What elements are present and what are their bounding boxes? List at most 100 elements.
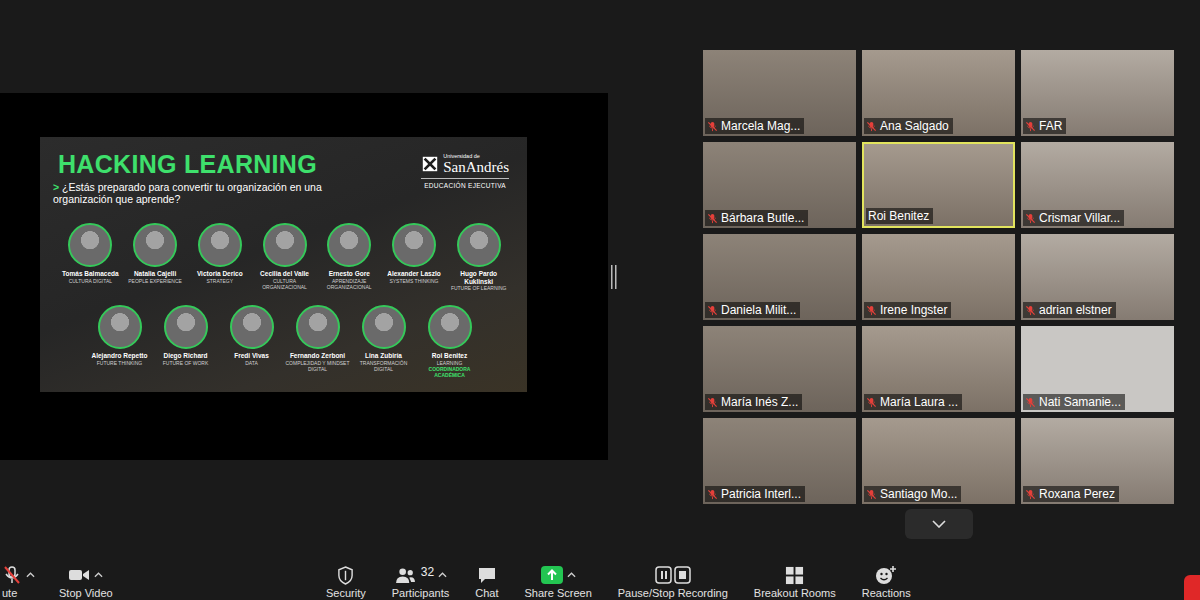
breakout-label: Breakout Rooms: [754, 587, 836, 599]
video-icon-row: [68, 565, 103, 585]
participant-tile[interactable]: Marcela Mag...: [703, 50, 856, 136]
participant-label: adrian elstner: [1023, 302, 1116, 318]
speaker-card: Natalia Cajelli PEOPLE EXPERIENCE: [123, 223, 188, 297]
speaker-card: Alexander Laszlo SYSTEMS THINKING: [382, 223, 447, 297]
recording-button[interactable]: Pause/Stop Recording: [618, 565, 728, 599]
resize-handle[interactable]: [608, 93, 620, 460]
participant-name: FAR: [1039, 119, 1062, 133]
speaker-name: Fernando Zerboni: [290, 352, 345, 360]
share-screen-icon[interactable]: [541, 566, 563, 584]
participant-name: Daniela Milit...: [721, 303, 796, 317]
speaker-card: Diego Richard FUTURE OF WORK: [153, 305, 219, 379]
speaker-photo: [362, 305, 406, 349]
participant-name: Bárbara Butle...: [721, 211, 804, 225]
participant-name: Roi Benitez: [868, 209, 929, 223]
participant-tile[interactable]: María Laura ...: [862, 326, 1015, 412]
participant-count: 32: [421, 565, 434, 579]
title-block: HACKING LEARNING > ¿Estás preparado para…: [58, 149, 338, 205]
chat-label: Chat: [475, 587, 498, 599]
speaker-photo: [198, 223, 242, 267]
participants-button[interactable]: 32 Participants: [392, 565, 449, 599]
speaker-role: CULTURA ORGANIZACIONAL: [252, 278, 317, 290]
chevron-down-icon[interactable]: [932, 520, 946, 528]
muted-mic-icon: [707, 305, 718, 316]
speaker-name: Fredi Vivas: [234, 352, 269, 360]
speaker-name: Natalia Cajelli: [134, 270, 176, 278]
speaker-card: Fredi Vivas DATA: [219, 305, 285, 379]
participant-tile[interactable]: Irene Ingster: [862, 234, 1015, 320]
participant-name: Ana Salgado: [880, 119, 949, 133]
share-screen-button[interactable]: Share Screen: [524, 565, 591, 599]
drag-handle-icon[interactable]: [611, 265, 617, 289]
participant-tile[interactable]: Roi Benitez: [862, 142, 1015, 228]
end-meeting-button[interactable]: [1184, 575, 1200, 600]
logo-small-text: Universidad de: [443, 153, 509, 160]
speaker-photo: [98, 305, 142, 349]
mic-muted-icon[interactable]: [2, 565, 22, 585]
menu-caret-icon[interactable]: [26, 572, 35, 578]
speaker-photo: [164, 305, 208, 349]
speaker-photo: [296, 305, 340, 349]
grid-icon[interactable]: [785, 566, 804, 585]
participant-name: adrian elstner: [1039, 303, 1112, 317]
participant-label: María Laura ...: [864, 394, 962, 410]
participant-tile[interactable]: Bárbara Butle...: [703, 142, 856, 228]
participant-tile[interactable]: Roxana Perez: [1021, 418, 1174, 504]
next-page-button[interactable]: [905, 509, 973, 539]
shared-screen: HACKING LEARNING > ¿Estás preparado para…: [0, 93, 608, 460]
speaker-photo: [457, 223, 501, 267]
reactions-button[interactable]: Reactions: [862, 565, 911, 599]
stop-video-button[interactable]: Stop Video: [59, 565, 113, 599]
speaker-card: Alejandro Repetto FUTURE THINKING: [87, 305, 153, 379]
participant-tile[interactable]: FAR: [1021, 50, 1174, 136]
recording-label: Pause/Stop Recording: [618, 587, 728, 599]
speaker-name: Victoria Derico: [197, 270, 243, 278]
muted-mic-icon: [866, 121, 877, 132]
participant-tile[interactable]: Santiago Mo...: [862, 418, 1015, 504]
participant-tile[interactable]: Daniela Milit...: [703, 234, 856, 320]
menu-caret-icon[interactable]: [567, 572, 576, 578]
participant-tile[interactable]: Patricia Interl...: [703, 418, 856, 504]
speaker-card: Tomás Balmaceda CULTURA DIGITAL: [58, 223, 123, 297]
speaker-role: COMPLEJIDAD Y MINDSET DIGITAL: [285, 360, 351, 372]
menu-caret-icon[interactable]: [94, 572, 103, 578]
participant-label: María Inés Z...: [705, 394, 802, 410]
mute-button[interactable]: ute: [2, 565, 35, 599]
chat-button[interactable]: Chat: [475, 565, 498, 599]
muted-mic-icon: [866, 305, 877, 316]
participant-name: Nati Samanie...: [1039, 395, 1121, 409]
muted-mic-icon: [707, 397, 718, 408]
security-button[interactable]: Security: [326, 565, 366, 599]
gallery-view: Marcela Mag... Ana Salgado FAR Bárbara B…: [703, 50, 1174, 539]
participant-name: María Laura ...: [880, 395, 958, 409]
participant-tile[interactable]: adrian elstner: [1021, 234, 1174, 320]
speaker-card: Lina Zubiría TRANSFORMACIÓN DIGITAL: [351, 305, 417, 379]
participant-name: María Inés Z...: [721, 395, 798, 409]
muted-mic-icon: [1025, 489, 1036, 500]
logo-words: Universidad de SanAndrés: [443, 153, 509, 175]
people-icon[interactable]: [394, 567, 417, 584]
speaker-photo: [133, 223, 177, 267]
meeting-toolbar: ute Stop Video Security 32 Participants …: [0, 560, 1200, 600]
speaker-photo: [68, 223, 112, 267]
menu-caret-icon[interactable]: [438, 572, 447, 578]
participant-label: Crismar Villar...: [1023, 210, 1124, 226]
participant-label: Ana Salgado: [864, 118, 953, 134]
participant-tile[interactable]: María Inés Z...: [703, 326, 856, 412]
speaker-photo: [327, 223, 371, 267]
speaker-card: Cecilia del Valle CULTURA ORGANIZACIONAL: [252, 223, 317, 297]
participant-name: Crismar Villar...: [1039, 211, 1120, 225]
slide: HACKING LEARNING > ¿Estás preparado para…: [40, 137, 527, 392]
shield-icon[interactable]: [337, 566, 354, 585]
speaker-role: FUTURE OF WORK: [163, 360, 209, 366]
smiley-plus-icon[interactable]: [875, 565, 897, 585]
speaker-note: COORDINADORA ACADÉMICA: [417, 366, 483, 378]
participant-tile[interactable]: Crismar Villar...: [1021, 142, 1174, 228]
participant-tile[interactable]: Nati Samanie...: [1021, 326, 1174, 412]
chat-bubble-icon[interactable]: [477, 566, 497, 584]
breakout-rooms-button[interactable]: Breakout Rooms: [754, 565, 836, 599]
video-camera-icon[interactable]: [68, 567, 90, 583]
pause-stop-icon[interactable]: [655, 566, 691, 584]
participant-tile[interactable]: Ana Salgado: [862, 50, 1015, 136]
participant-grid: Marcela Mag... Ana Salgado FAR Bárbara B…: [703, 50, 1174, 504]
